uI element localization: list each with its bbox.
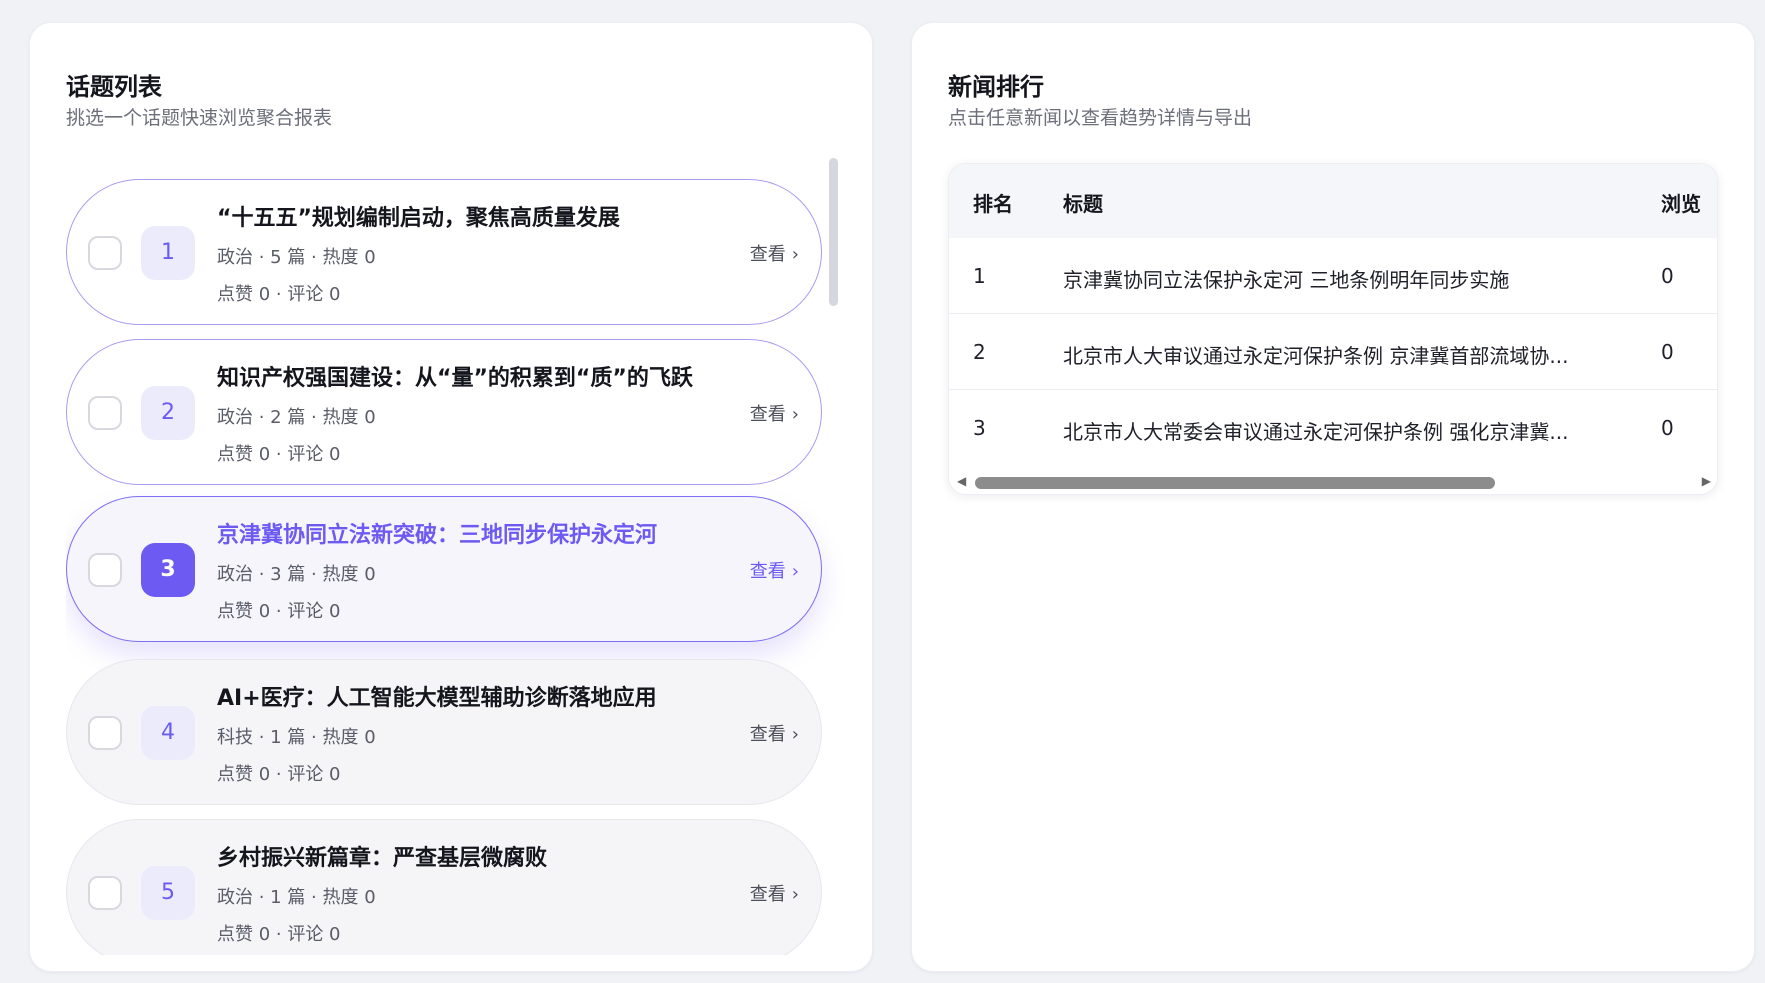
topic-rank-badge: 4 <box>141 706 195 760</box>
topic-checkbox[interactable] <box>88 553 122 587</box>
topics-panel-subtitle: 挑选一个话题快速浏览聚合报表 <box>66 107 333 129</box>
topic-meta-category: 政治 · 3 篇 · 热度 0 <box>217 564 376 585</box>
topic-card[interactable]: 5 乡村振兴新篇章：严查基层微腐败 政治 · 1 篇 · 热度 0 点赞 0 ·… <box>66 819 822 955</box>
table-row[interactable]: 2 北京市人大审议通过永定河保护条例 京津冀首部流域协... 0 <box>949 314 1717 390</box>
row-views: 0 <box>1661 264 1674 288</box>
topic-card[interactable]: 1 “十五五”规划编制启动，聚焦高质量发展 政治 · 5 篇 · 热度 0 点赞… <box>66 179 822 325</box>
topic-title: 京津冀协同立法新突破：三地同步保护永定河 <box>217 523 658 548</box>
scroll-right-icon[interactable]: ▶ <box>1702 474 1711 488</box>
topic-view-label: 查看 <box>749 724 786 745</box>
topic-checkbox[interactable] <box>88 716 122 750</box>
news-panel: 新闻排行 点击任意新闻以查看趋势详情与导出 排名 标题 浏览 1 京津冀协同立法… <box>911 22 1755 972</box>
topic-view-label: 查看 <box>749 561 786 582</box>
topic-checkbox[interactable] <box>88 236 122 270</box>
row-rank: 3 <box>973 416 986 440</box>
column-header-title[interactable]: 标题 <box>1063 188 1103 217</box>
row-rank: 1 <box>973 264 986 288</box>
topics-panel: 话题列表 挑选一个话题快速浏览聚合报表 1 “十五五”规划编制启动，聚焦高质量发… <box>29 22 873 972</box>
topic-title: 乡村振兴新篇章：严查基层微腐败 <box>217 846 548 871</box>
table-row[interactable]: 3 北京市人大常委会审议通过永定河保护条例 强化京津冀... 0 <box>949 390 1717 466</box>
topic-title: 知识产权强国建设：从“量”的积累到“质”的飞跃 <box>217 366 693 391</box>
table-row[interactable]: 1 京津冀协同立法保护永定河 三地条例明年同步实施 0 <box>949 238 1717 314</box>
topic-checkbox[interactable] <box>88 396 122 430</box>
topic-meta-stats: 点赞 0 · 评论 0 <box>217 601 341 622</box>
topic-checkbox[interactable] <box>88 876 122 910</box>
row-title[interactable]: 北京市人大审议通过永定河保护条例 京津冀首部流域协... <box>1063 340 1568 369</box>
topic-card[interactable]: 2 知识产权强国建设：从“量”的积累到“质”的飞跃 政治 · 2 篇 · 热度 … <box>66 339 822 485</box>
topics-panel-title: 话题列表 <box>66 73 162 101</box>
table-horizontal-scrollbar[interactable]: ◀ ▶ <box>949 470 1717 494</box>
topic-meta-stats: 点赞 0 · 评论 0 <box>217 764 341 785</box>
topic-card-active[interactable]: 3 京津冀协同立法新突破：三地同步保护永定河 政治 · 3 篇 · 热度 0 点… <box>66 496 822 642</box>
scroll-left-icon[interactable]: ◀ <box>957 474 966 488</box>
chevron-right-icon: › <box>791 724 799 745</box>
topic-view-button[interactable]: 查看 › <box>750 240 799 266</box>
page: 话题列表 挑选一个话题快速浏览聚合报表 1 “十五五”规划编制启动，聚焦高质量发… <box>0 0 1765 983</box>
topic-view-button[interactable]: 查看 › <box>750 400 799 426</box>
topic-view-label: 查看 <box>749 884 786 905</box>
topic-meta-category: 政治 · 5 篇 · 热度 0 <box>217 247 376 268</box>
news-panel-title: 新闻排行 <box>948 73 1044 101</box>
topic-meta-category: 政治 · 2 篇 · 热度 0 <box>217 407 376 428</box>
topic-list-scrollbar[interactable] <box>829 158 838 306</box>
topic-rank-badge: 2 <box>141 386 195 440</box>
news-table: 排名 标题 浏览 1 京津冀协同立法保护永定河 三地条例明年同步实施 0 2 北… <box>948 163 1718 495</box>
chevron-right-icon: › <box>791 404 799 425</box>
topic-rank-badge: 1 <box>141 226 195 280</box>
column-header-rank[interactable]: 排名 <box>973 188 1013 217</box>
chevron-right-icon: › <box>791 561 799 582</box>
row-title[interactable]: 北京市人大常委会审议通过永定河保护条例 强化京津冀... <box>1063 416 1568 445</box>
topic-meta-category: 科技 · 1 篇 · 热度 0 <box>217 727 376 748</box>
news-table-header: 排名 标题 浏览 <box>949 164 1717 238</box>
scrollbar-thumb[interactable] <box>975 477 1495 489</box>
topic-list[interactable]: 1 “十五五”规划编制启动，聚焦高质量发展 政治 · 5 篇 · 热度 0 点赞… <box>66 155 852 955</box>
topic-title: “十五五”规划编制启动，聚焦高质量发展 <box>217 206 620 231</box>
topic-title: AI+医疗：人工智能大模型辅助诊断落地应用 <box>217 686 657 711</box>
topic-view-label: 查看 <box>749 404 786 425</box>
chevron-right-icon: › <box>791 244 799 265</box>
topic-meta-stats: 点赞 0 · 评论 0 <box>217 924 341 945</box>
topic-view-label: 查看 <box>749 244 786 265</box>
news-panel-subtitle: 点击任意新闻以查看趋势详情与导出 <box>948 107 1253 129</box>
topic-meta-stats: 点赞 0 · 评论 0 <box>217 284 341 305</box>
topic-card[interactable]: 4 AI+医疗：人工智能大模型辅助诊断落地应用 科技 · 1 篇 · 热度 0 … <box>66 659 822 805</box>
topic-view-button[interactable]: 查看 › <box>750 557 799 583</box>
topic-rank-badge: 5 <box>141 866 195 920</box>
row-views: 0 <box>1661 340 1674 364</box>
topic-meta-category: 政治 · 1 篇 · 热度 0 <box>217 887 376 908</box>
topic-rank-badge: 3 <box>141 543 195 597</box>
topic-meta-stats: 点赞 0 · 评论 0 <box>217 444 341 465</box>
column-header-views[interactable]: 浏览 <box>1661 188 1701 217</box>
topic-view-button[interactable]: 查看 › <box>750 880 799 906</box>
row-title[interactable]: 京津冀协同立法保护永定河 三地条例明年同步实施 <box>1063 264 1509 293</box>
topic-view-button[interactable]: 查看 › <box>750 720 799 746</box>
chevron-right-icon: › <box>791 884 799 905</box>
row-views: 0 <box>1661 416 1674 440</box>
row-rank: 2 <box>973 340 986 364</box>
